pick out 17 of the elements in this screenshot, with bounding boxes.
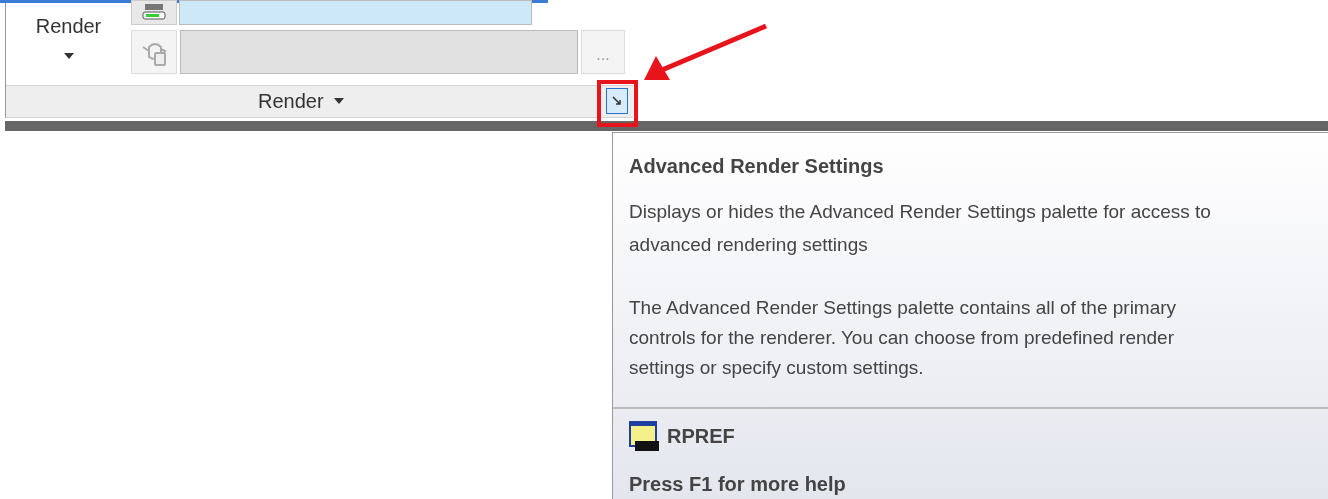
caret-icon [333, 98, 344, 105]
output-field[interactable] [180, 29, 578, 74]
command-icon [629, 421, 659, 451]
launcher-arrow-icon [612, 96, 622, 107]
highlight-frame [597, 80, 638, 127]
tooltip-title: Advanced Render Settings [629, 154, 885, 179]
panel-title-button[interactable]: Render [258, 86, 344, 117]
render-preset-field[interactable] [179, 0, 532, 25]
render-button[interactable]: Render [6, 2, 131, 80]
tooltip-description: Displays or hides the Advanced Render Settings palette for access to advanced rendering settings [629, 200, 1212, 257]
tooltip-details: The Advanced Render Settings palette contains all of the primary controls for the renderer. You can choose from predefined render settings or specify custom settings. [629, 296, 1178, 380]
help-hint: Press F1 for more help [629, 472, 847, 497]
teapot-icon[interactable] [131, 29, 177, 74]
printer-icon[interactable] [131, 0, 177, 25]
caret-icon [63, 52, 74, 59]
command-name: RPREF [667, 424, 735, 449]
dialog-launcher-button[interactable] [606, 88, 628, 115]
